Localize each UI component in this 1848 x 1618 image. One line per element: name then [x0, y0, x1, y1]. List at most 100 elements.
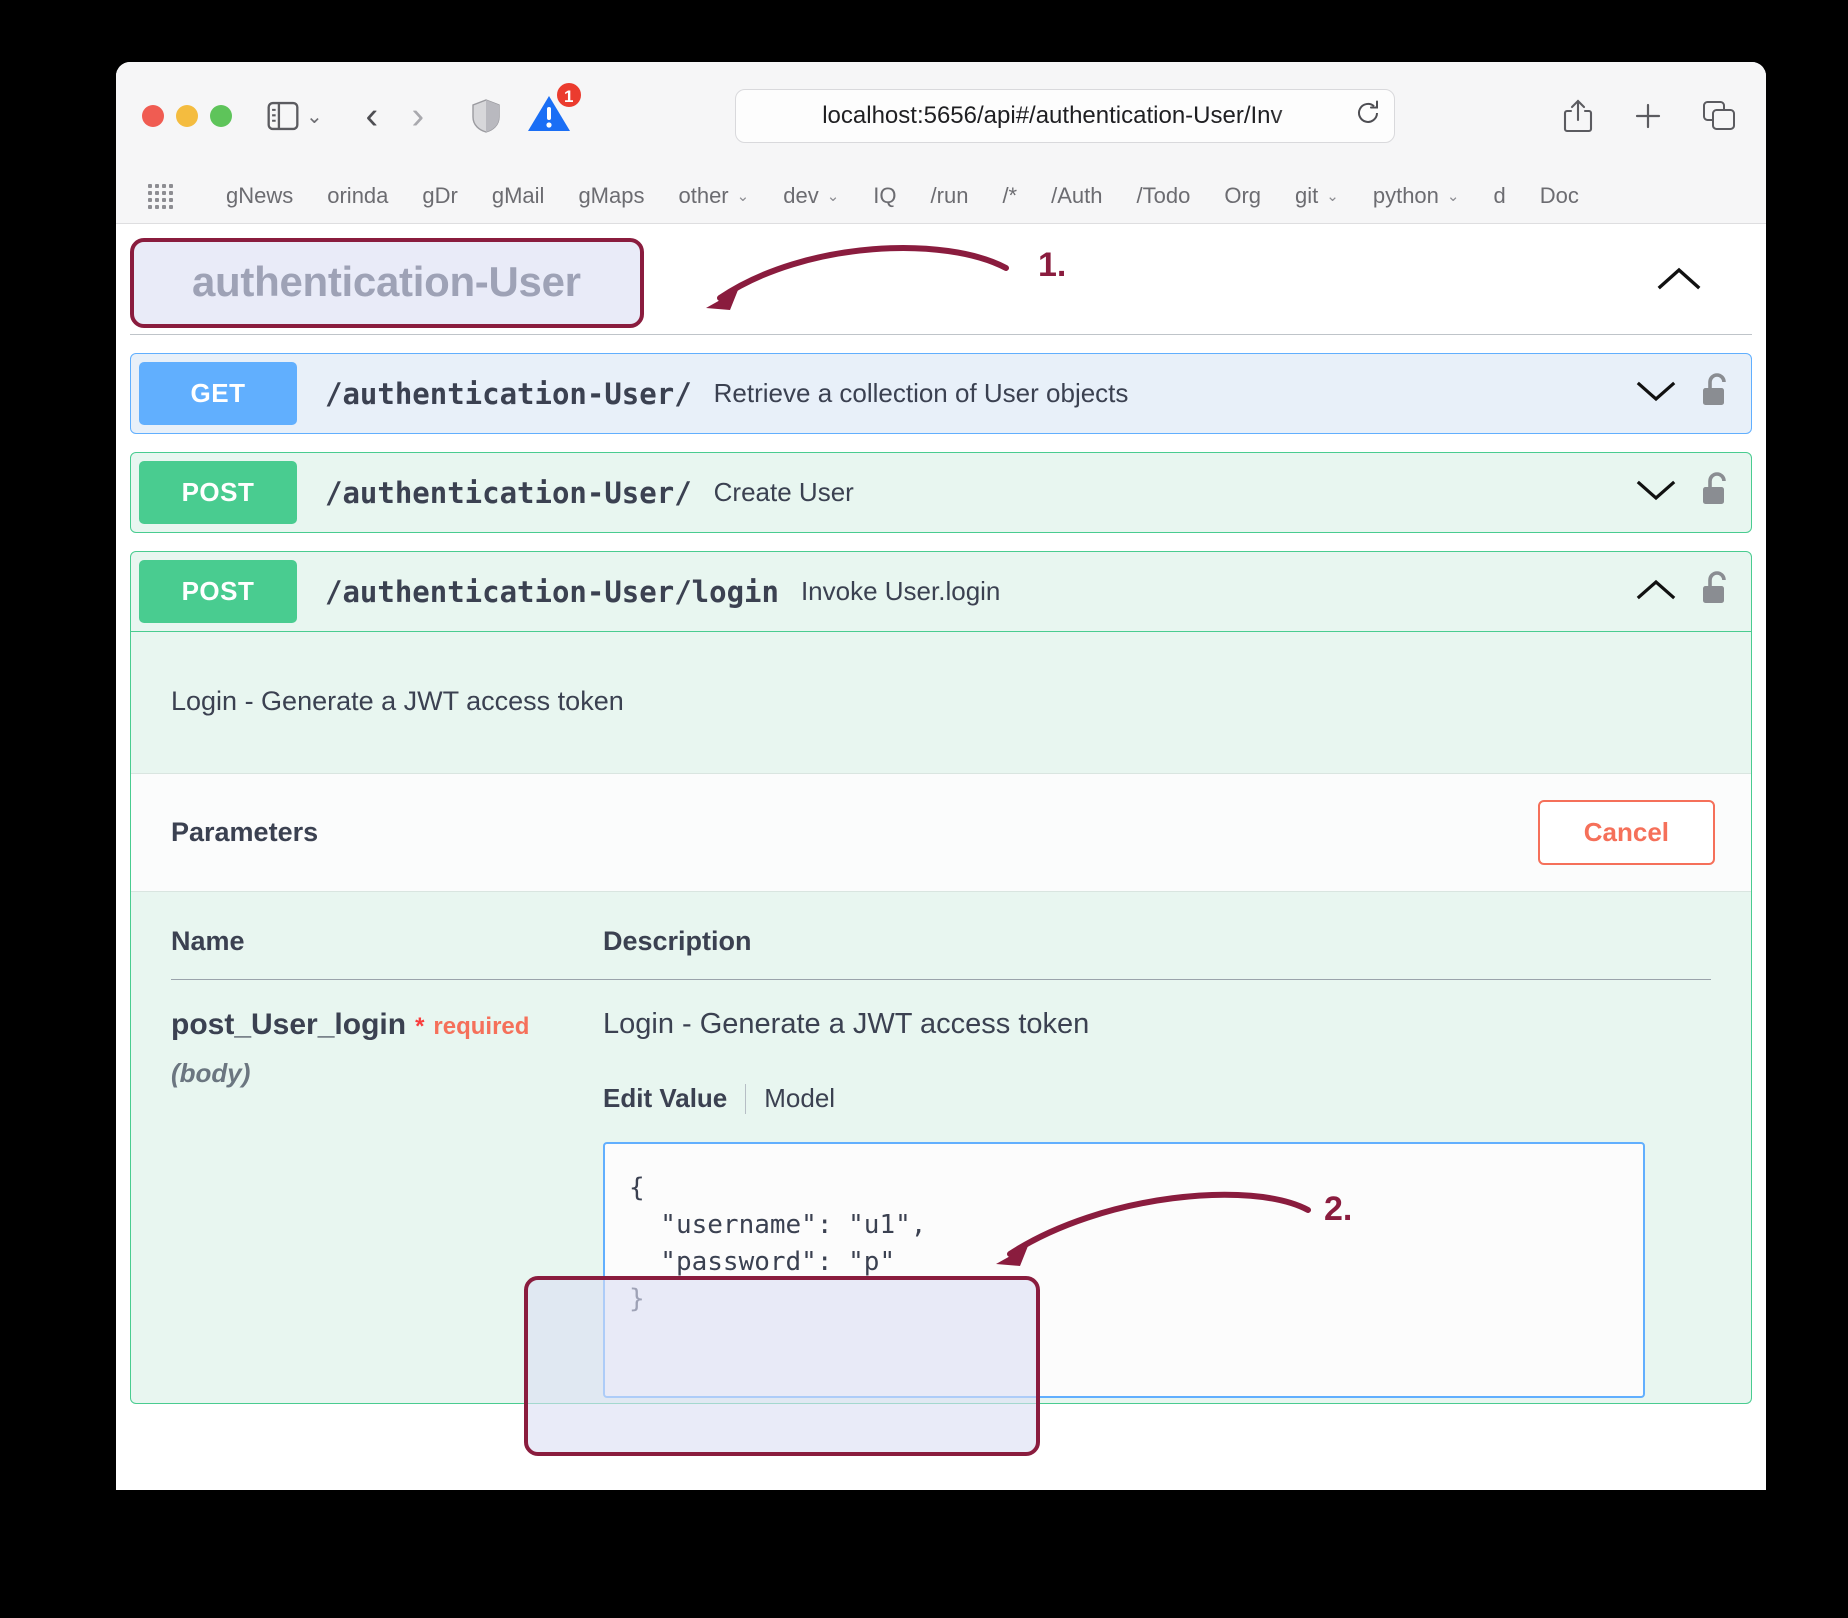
operation-header[interactable]: POST /authentication-User/login Invoke U…: [130, 551, 1752, 632]
chevron-down-icon: ⌄: [1326, 188, 1339, 205]
unlocked-padlock-icon[interactable]: [1699, 371, 1733, 416]
address-bar[interactable]: localhost:5656/api#/authentication-User/…: [735, 89, 1396, 143]
bookmark-run[interactable]: /run: [914, 183, 986, 209]
operation-path: /authentication-User/: [325, 475, 692, 510]
window-controls: [142, 105, 232, 127]
bookmark-auth[interactable]: /Auth: [1034, 183, 1119, 209]
forward-button[interactable]: ›: [395, 95, 441, 138]
sidebar-dropdown-icon[interactable]: ⌄: [306, 104, 323, 129]
column-header-description: Description: [603, 926, 752, 956]
chevron-down-icon: ⌄: [826, 188, 840, 205]
bookmark-label: Org: [1224, 183, 1262, 208]
bookmark-gmaps[interactable]: gMaps: [561, 183, 661, 209]
bookmark-git[interactable]: git ⌄: [1278, 183, 1356, 209]
annotation-number-1: 1.: [1038, 246, 1067, 284]
value-tabs: Edit Value Model: [603, 1083, 1645, 1114]
reload-icon[interactable]: [1342, 99, 1394, 134]
new-tab-icon[interactable]: [1632, 100, 1664, 132]
bookmark-label: gNews: [226, 183, 294, 208]
bookmark-label: /run: [930, 183, 969, 208]
page-title[interactable]: authentication-User: [170, 250, 603, 314]
operation-header[interactable]: POST /authentication-User/ Create User: [130, 452, 1752, 533]
browser-window: ⌄ ‹ › 1 localhost:5656/api#/authenticati…: [116, 62, 1766, 1490]
http-method-badge: POST: [139, 461, 297, 524]
bookmark-label: gMaps: [578, 183, 645, 208]
table-row: post_User_login * required (body) Login …: [171, 980, 1711, 1403]
bookmark-label: gMail: [491, 183, 545, 208]
operation-get-users[interactable]: GET /authentication-User/ Retrieve a col…: [130, 353, 1752, 434]
operation-description: Login - Generate a JWT access token: [171, 686, 624, 716]
warning-indicator[interactable]: 1: [527, 80, 583, 139]
table-header-row: Name Description: [171, 926, 1711, 980]
http-method-badge: GET: [139, 362, 297, 425]
sidebar-icon[interactable]: [266, 101, 306, 131]
bookmarks-bar: gNews orinda gDr gMail gMaps other ⌄ dev ⌄…: [116, 170, 1766, 222]
unlocked-padlock-icon[interactable]: [1699, 569, 1733, 614]
bookmark-todo[interactable]: /Todo: [1120, 183, 1208, 209]
toolbar-right-icons: [1562, 98, 1744, 134]
http-method-badge: POST: [139, 560, 297, 623]
operation-summary: Retrieve a collection of User objects: [713, 378, 1129, 408]
close-window-button[interactable]: [142, 105, 164, 127]
tab-edit-value[interactable]: Edit Value: [603, 1083, 745, 1114]
operation-post-create-user[interactable]: POST /authentication-User/ Create User: [130, 452, 1752, 533]
tab-model[interactable]: Model: [746, 1083, 853, 1114]
bookmark-other[interactable]: other ⌄: [661, 183, 766, 209]
bookmark-org[interactable]: Org: [1207, 183, 1278, 209]
bookmark-d[interactable]: d: [1476, 183, 1522, 209]
operation-path: /authentication-User/login: [325, 574, 779, 609]
bookmark-label: /Todo: [1136, 183, 1191, 208]
parameter-description: Login - Generate a JWT access token: [603, 1008, 1090, 1040]
share-icon[interactable]: [1562, 98, 1594, 134]
tab-overview-icon[interactable]: [1702, 100, 1736, 132]
bookmark-label: IQ: [873, 183, 897, 208]
browser-toolbar: ⌄ ‹ › 1 localhost:5656/api#/authenticati…: [116, 62, 1766, 170]
back-button[interactable]: ‹: [349, 95, 395, 138]
bookmark-label: gDr: [422, 183, 458, 208]
parameter-name: post_User_login * required: [171, 1008, 603, 1042]
operation-post-login[interactable]: POST /authentication-User/login Invoke U…: [130, 551, 1752, 1404]
bookmark-label: orinda: [327, 183, 389, 208]
required-star: *: [415, 1013, 425, 1040]
bookmark-gnews[interactable]: gNews: [209, 183, 310, 209]
bookmark-label: /*: [1002, 183, 1018, 208]
browser-chrome: ⌄ ‹ › 1 localhost:5656/api#/authenticati…: [116, 62, 1766, 224]
chevron-down-icon: ⌄: [736, 188, 750, 205]
apps-grid-icon[interactable]: [148, 183, 173, 209]
parameter-type: (body): [171, 1058, 251, 1088]
request-body-textarea[interactable]: [603, 1142, 1645, 1398]
bookmark-iq[interactable]: IQ: [856, 183, 913, 209]
bookmark-label: other: [678, 183, 729, 208]
bookmark-orinda[interactable]: orinda: [310, 183, 405, 209]
bookmark-doc[interactable]: Doc: [1523, 183, 1596, 209]
parameters-title: Parameters: [171, 817, 319, 847]
column-header-name: Name: [171, 926, 245, 956]
minimize-window-button[interactable]: [176, 105, 198, 127]
cancel-button[interactable]: Cancel: [1537, 800, 1715, 865]
bookmark-gmail[interactable]: gMail: [475, 183, 562, 209]
chevron-down-icon[interactable]: [1619, 476, 1693, 510]
chevron-up-icon[interactable]: [1656, 265, 1712, 299]
bookmark-label: python: [1372, 183, 1439, 208]
chevron-up-icon[interactable]: [1619, 575, 1693, 609]
bookmark-label: Doc: [1539, 183, 1579, 208]
parameter-name-text: post_User_login: [171, 1008, 407, 1041]
chevron-down-icon: ⌄: [1446, 188, 1460, 205]
parameters-table: Name Description post_User_login * requi…: [131, 892, 1751, 1403]
warning-badge-count: 1: [554, 80, 583, 109]
operation-header[interactable]: GET /authentication-User/ Retrieve a col…: [130, 353, 1752, 434]
tag-section-header[interactable]: authentication-User: [130, 224, 1752, 335]
bookmark-gdr[interactable]: gDr: [405, 183, 474, 209]
bookmark-python[interactable]: python ⌄: [1356, 183, 1477, 209]
parameter-name-cell: post_User_login * required (body): [171, 1008, 603, 1403]
bookmark-dev[interactable]: dev ⌄: [766, 183, 856, 209]
bookmark-label: d: [1493, 183, 1506, 208]
bookmark-star[interactable]: /*: [985, 183, 1034, 209]
maximize-window-button[interactable]: [210, 105, 232, 127]
unlocked-padlock-icon[interactable]: [1699, 470, 1733, 515]
shield-icon[interactable]: [471, 99, 501, 133]
operation-body: Login - Generate a JWT access token Para…: [130, 632, 1752, 1404]
swagger-ui-page: authentication-User GET /authentication-…: [116, 224, 1766, 1490]
chevron-down-icon[interactable]: [1619, 377, 1693, 411]
bookmark-label: dev: [783, 183, 819, 208]
